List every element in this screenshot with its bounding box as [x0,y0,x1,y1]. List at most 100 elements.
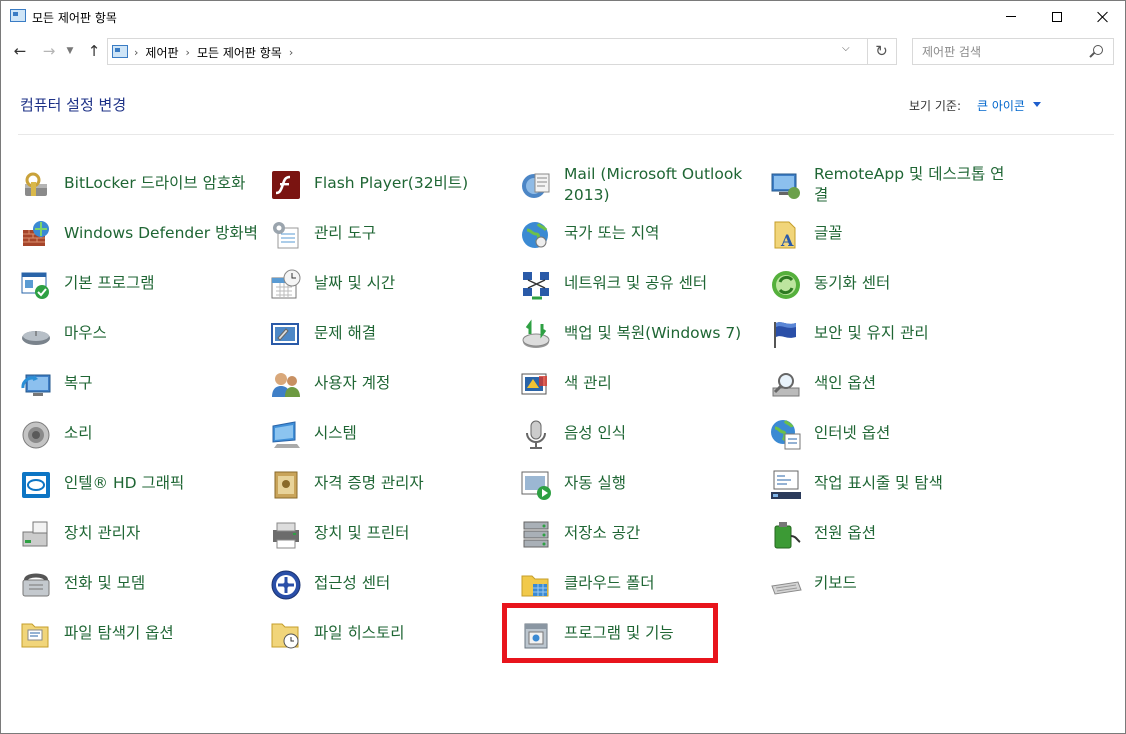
breadcrumb-chevron-icon[interactable]: › [289,46,293,59]
control-panel-item-label[interactable]: 기본 프로그램 [64,273,260,294]
control-panel-item-label[interactable]: 관리 도구 [314,223,510,244]
control-panel-item-label[interactable]: 시스템 [314,423,510,444]
breadcrumb-control-panel[interactable]: 제어판 [145,44,178,61]
control-panel-item[interactable]: 마우스 [19,311,269,361]
control-panel-item[interactable]: 동기화 센터 [769,261,1019,311]
control-panel-item[interactable]: 인터넷 옵션 [769,411,1019,461]
back-arrow-icon[interactable]: ← [10,41,30,61]
control-panel-item[interactable]: 국가 또는 지역 [519,211,769,261]
control-panel-item[interactable]: RemoteApp 및 데스크톱 연결 [769,161,1019,211]
control-panel-item-label[interactable]: 동기화 센터 [814,273,1010,294]
control-panel-item-label[interactable]: 자격 증명 관리자 [314,473,510,494]
control-panel-item[interactable]: 복구 [19,361,269,411]
address-bar[interactable]: › 제어판 › 모든 제어판 항목 › ⌵ [107,38,868,65]
control-panel-item[interactable]: Flash Player(32비트) [269,161,519,211]
control-panel-item-label[interactable]: 장치 및 프린터 [314,523,510,544]
control-panel-item-label[interactable]: 네트워크 및 공유 센터 [564,273,760,294]
control-panel-item-label[interactable]: 인터넷 옵션 [814,423,1010,444]
control-panel-item-label[interactable]: BitLocker 드라이브 암호화 [64,173,260,194]
control-panel-item-label[interactable]: Windows Defender 방화벽 [64,223,260,244]
control-panel-item[interactable]: 시스템 [269,411,519,461]
control-panel-item-label[interactable]: 국가 또는 지역 [564,223,760,244]
control-panel-item-label[interactable]: 백업 및 복원(Windows 7) [564,323,760,344]
control-panel-item[interactable]: 보안 및 유지 관리 [769,311,1019,361]
control-panel-item[interactable]: 접근성 센터 [269,561,519,611]
control-panel-item[interactable]: 사용자 계정 [269,361,519,411]
control-panel-item-label[interactable]: 색 관리 [564,373,760,394]
recent-locations-chevron-icon[interactable]: ▼ [63,41,77,61]
control-panel-item[interactable]: 색 관리 [519,361,769,411]
control-panel-item-label[interactable]: 마우스 [64,323,260,344]
close-button[interactable] [1080,1,1126,32]
breadcrumb-all-items[interactable]: 모든 제어판 항목 [197,44,282,61]
control-panel-item[interactable]: 키보드 [769,561,1019,611]
date-time-icon [269,268,303,302]
control-panel-item-label[interactable]: 글꼴 [814,223,1010,244]
control-panel-item-label[interactable]: 클라우드 폴더 [564,573,760,594]
control-panel-item[interactable]: 전원 옵션 [769,511,1019,561]
control-panel-item-label[interactable]: 저장소 공간 [564,523,760,544]
control-panel-item[interactable]: 기본 프로그램 [19,261,269,311]
view-by-chevron-down-icon[interactable] [1033,102,1041,107]
control-panel-item-label[interactable]: 색인 옵션 [814,373,1010,394]
control-panel-item[interactable]: BitLocker 드라이브 암호화 [19,161,269,211]
control-panel-item-label[interactable]: 사용자 계정 [314,373,510,394]
control-panel-item[interactable]: 소리 [19,411,269,461]
maximize-button[interactable] [1034,1,1080,32]
control-panel-item-label[interactable]: 음성 인식 [564,423,760,444]
control-panel-item[interactable]: 자격 증명 관리자 [269,461,519,511]
control-panel-item-label[interactable]: 자동 실행 [564,473,760,494]
forward-arrow-icon[interactable]: → [39,41,59,61]
control-panel-item[interactable]: 네트워크 및 공유 센터 [519,261,769,311]
control-panel-item-label[interactable]: 파일 히스토리 [314,623,510,644]
control-panel-item-label[interactable]: 날짜 및 시간 [314,273,510,294]
control-panel-item-label[interactable]: 파일 탐색기 옵션 [64,623,260,644]
minimize-button[interactable] [988,1,1034,32]
view-by-dropdown[interactable]: 큰 아이콘 [977,97,1025,114]
control-panel-item-label[interactable]: 소리 [64,423,260,444]
control-panel-item-label[interactable]: 전원 옵션 [814,523,1010,544]
control-panel-item-label[interactable]: 인텔® HD 그래픽 [64,473,260,494]
control-panel-item-label[interactable]: 작업 표시줄 및 탐색 [814,473,1010,494]
search-input[interactable] [914,40,1084,63]
search-box[interactable] [912,38,1114,65]
power-icon [769,518,803,552]
control-panel-item[interactable]: 문제 해결 [269,311,519,361]
control-panel-item[interactable]: 저장소 공간 [519,511,769,561]
up-arrow-icon[interactable]: ↑ [84,41,104,61]
control-panel-item[interactable]: 파일 탐색기 옵션 [19,611,269,661]
breadcrumb-chevron-icon[interactable]: › [134,46,138,59]
control-panel-item[interactable]: 장치 관리자 [19,511,269,561]
breadcrumb-chevron-icon[interactable]: › [186,46,190,59]
control-panel-item-label[interactable]: 키보드 [814,573,1010,594]
control-panel-item[interactable]: 색인 옵션 [769,361,1019,411]
control-panel-item-label[interactable]: 장치 관리자 [64,523,260,544]
control-panel-item[interactable]: 인텔® HD 그래픽 [19,461,269,511]
control-panel-item[interactable]: Mail (Microsoft Outlook 2013) [519,161,769,211]
control-panel-item[interactable]: 전화 및 모뎀 [19,561,269,611]
troubleshooting-icon [269,318,303,352]
storage-spaces-icon [519,518,553,552]
control-panel-item[interactable]: 백업 및 복원(Windows 7) [519,311,769,361]
control-panel-item[interactable]: 관리 도구 [269,211,519,261]
control-panel-item[interactable]: 작업 표시줄 및 탐색 [769,461,1019,511]
control-panel-item-label[interactable]: Flash Player(32비트) [314,173,510,194]
control-panel-item-label[interactable]: 복구 [64,373,260,394]
control-panel-item-label[interactable]: 문제 해결 [314,323,510,344]
control-panel-item-label[interactable]: 전화 및 모뎀 [64,573,260,594]
control-panel-item[interactable]: A 글꼴 [769,211,1019,261]
refresh-icon[interactable]: ↻ [867,38,897,65]
control-panel-item-label[interactable]: 접근성 센터 [314,573,510,594]
divider [18,134,1114,135]
control-panel-item[interactable]: 날짜 및 시간 [269,261,519,311]
control-panel-item[interactable]: Windows Defender 방화벽 [19,211,269,261]
control-panel-item-label[interactable]: Mail (Microsoft Outlook 2013) [564,164,760,206]
control-panel-item[interactable]: 파일 히스토리 [269,611,519,661]
control-panel-item[interactable]: 음성 인식 [519,411,769,461]
control-panel-item[interactable]: 자동 실행 [519,461,769,511]
control-panel-item[interactable]: 장치 및 프린터 [269,511,519,561]
search-icon[interactable] [1093,45,1103,55]
control-panel-item-label[interactable]: RemoteApp 및 데스크톱 연결 [814,164,1010,206]
control-panel-item-label[interactable]: 보안 및 유지 관리 [814,323,1010,344]
address-dropdown-icon[interactable]: ⌵ [842,43,850,54]
